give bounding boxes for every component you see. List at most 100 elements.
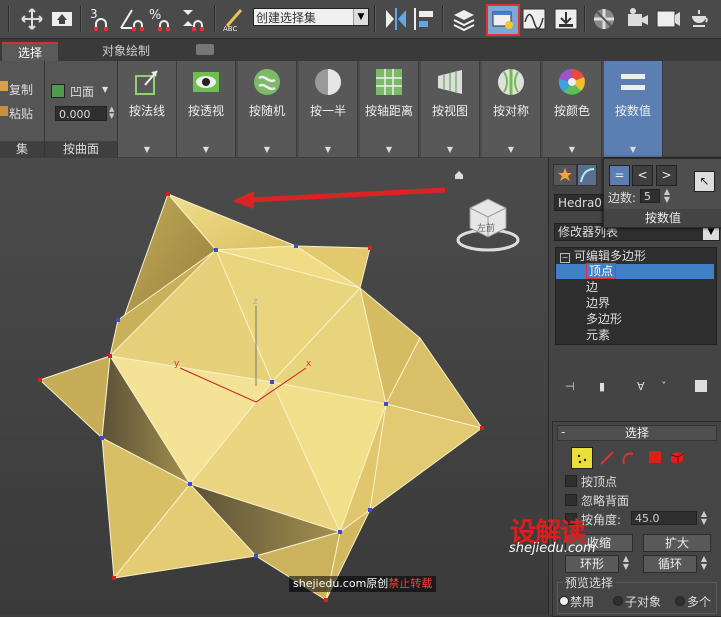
perspective-viewport[interactable]: z y x 左前 [0, 158, 548, 615]
tab-options-icon[interactable] [196, 44, 214, 55]
element-mode-icon[interactable] [669, 450, 685, 469]
chevron-down-icon[interactable]: ▼ [177, 145, 235, 154]
align-icon[interactable] [410, 5, 438, 33]
by-pivot-distance-button[interactable]: 按轴距离 ▼ [360, 61, 419, 157]
pointer-icon[interactable]: ↖ [694, 171, 715, 192]
schematic-icon[interactable] [552, 5, 580, 33]
ignore-backface-checkbox[interactable] [565, 494, 577, 506]
value-spinner[interactable]: ▲ ▼ [109, 106, 114, 120]
by-perspective-button[interactable]: 按透视 ▼ [177, 61, 236, 157]
mirror-icon[interactable] [382, 5, 410, 33]
chevron-down-icon[interactable]: ▼ [102, 85, 108, 94]
chevron-down-icon[interactable]: ▼ [360, 145, 418, 154]
by-color-label: 按颜色 [553, 104, 590, 118]
stack-item-border[interactable]: 边界 [586, 296, 610, 311]
selection-set-dropdown[interactable]: 创建选择集 ▼ [253, 8, 369, 26]
stack-root[interactable]: − 可编辑多边形 [560, 249, 646, 264]
copy-button[interactable]: 复制 [9, 81, 33, 98]
ring-spinner[interactable]: ▲ ▼ [621, 555, 631, 571]
layer-icon[interactable] [450, 5, 478, 33]
loop-spinner[interactable]: ▲ ▼ [699, 555, 709, 571]
edges-input[interactable]: 5 [640, 189, 660, 203]
edges-spinner[interactable]: ▲ ▼ [662, 188, 672, 204]
zoom-extents-icon[interactable] [48, 5, 76, 33]
stack-item-vertex[interactable]: 顶点 [556, 263, 714, 279]
angle-value-input[interactable]: 45.0 [631, 511, 697, 525]
create-tab-icon[interactable] [553, 164, 577, 186]
remove-modifier-icon[interactable]: ˇ [661, 380, 675, 394]
pin-stack-icon[interactable]: ⊣ [565, 380, 579, 394]
material-editor-icon[interactable] [590, 5, 618, 33]
stack-item-edge[interactable]: 边 [586, 280, 598, 295]
polygon-mode-icon[interactable] [649, 451, 661, 463]
modify-tab-icon[interactable] [577, 164, 597, 186]
main-toolbar: 3 % ABC 创建选择集 ▼ [0, 0, 721, 39]
equals-icon[interactable]: = [609, 165, 630, 186]
toolbar-separator [584, 6, 586, 32]
by-color-button[interactable]: 按颜色 ▼ [543, 61, 602, 157]
collapse-icon[interactable]: - [561, 425, 565, 439]
stack-item-polygon[interactable]: 多边形 [586, 312, 622, 327]
chevron-down-icon[interactable]: ▼ [421, 145, 479, 154]
by-numeric-button[interactable]: 按数值 ▼ [604, 61, 663, 157]
greater-than-icon[interactable]: > [656, 165, 677, 186]
less-than-icon[interactable]: < [632, 165, 653, 186]
grid-distance-icon [376, 69, 402, 95]
edge-mode-icon[interactable] [600, 451, 614, 468]
by-view-button[interactable]: 按视图 ▼ [421, 61, 480, 157]
selection-rollout-header[interactable]: - 选择 [557, 425, 717, 441]
tab-object-paint[interactable]: 对象绘制 [96, 42, 156, 60]
move-icon[interactable] [18, 5, 46, 33]
selection-rollout-title: 选择 [624, 426, 649, 440]
polyhedron-mesh[interactable] [39, 193, 484, 601]
percent-snap-icon[interactable]: % [148, 5, 176, 33]
preview-subobject-radio[interactable] [613, 596, 623, 606]
spinner-snap-icon[interactable] [180, 5, 208, 33]
modifier-stack[interactable]: − 可编辑多边形 顶点 边 边界 多边形 元素 [555, 247, 717, 345]
by-symmetry-button[interactable]: 按对称 ▼ [482, 61, 541, 157]
preview-disabled-radio[interactable] [559, 596, 569, 606]
surface-value-input[interactable]: 0.000 [55, 106, 107, 121]
by-random-button[interactable]: 按随机 ▼ [238, 61, 297, 157]
stack-item-element[interactable]: 元素 [586, 328, 610, 343]
chevron-down-icon[interactable]: ▼ [118, 145, 176, 154]
angle-spinner[interactable]: ▲ ▼ [699, 510, 709, 526]
by-vertex-checkbox[interactable] [565, 475, 577, 487]
render-setup-icon[interactable] [624, 5, 652, 33]
chevron-down-icon[interactable]: ▼ [353, 9, 368, 25]
by-half-button[interactable]: 按一半 ▼ [299, 61, 358, 157]
make-unique-icon[interactable]: ∀ [637, 380, 651, 394]
preview-multi-radio[interactable] [675, 596, 685, 606]
preview-disabled-label: 禁用 [570, 595, 595, 609]
chevron-down-icon[interactable]: ▼ [238, 145, 296, 154]
render-icon[interactable] [686, 5, 714, 33]
chevron-down-icon[interactable]: ▼ [543, 145, 601, 154]
chevron-down-icon[interactable]: ▼ [482, 145, 540, 154]
curve-editor-icon[interactable] [520, 5, 548, 33]
vertex-mode-icon[interactable] [571, 447, 593, 469]
by-normal-button[interactable]: 按法线 ▼ [118, 61, 177, 157]
chevron-down-icon[interactable]: ▼ [604, 145, 662, 154]
viewcube[interactable]: 左前 [456, 198, 520, 252]
by-angle-label: 按角度: [581, 513, 622, 527]
by-pivot-distance-label: 按轴距离 [364, 104, 413, 118]
paste-button[interactable]: 粘贴 [9, 105, 33, 122]
toolbar-separator [8, 6, 10, 32]
rendered-frame-icon[interactable] [654, 5, 682, 33]
border-mode-icon[interactable] [621, 451, 635, 468]
snap-3-icon[interactable]: 3 [88, 5, 116, 33]
loop-button[interactable]: 循环 [643, 555, 697, 573]
tab-select[interactable]: 选择 [2, 42, 58, 62]
ring-button[interactable]: 环形 [565, 555, 619, 573]
show-end-result-icon[interactable]: ▮ [599, 380, 613, 394]
edit-named-sel-icon[interactable]: ABC [220, 5, 248, 33]
chevron-down-icon[interactable]: ▼ [299, 145, 357, 154]
scene-explorer-icon[interactable] [486, 4, 520, 36]
collapse-icon[interactable]: − [560, 253, 570, 263]
grow-button[interactable]: 扩大 [643, 534, 711, 552]
home-icon[interactable] [455, 171, 463, 179]
configure-modifiers-icon[interactable] [695, 380, 707, 392]
angle-snap-icon[interactable] [118, 5, 146, 33]
preview-subobject-label: 子对象 [625, 595, 662, 609]
copy-icon [0, 81, 8, 91]
